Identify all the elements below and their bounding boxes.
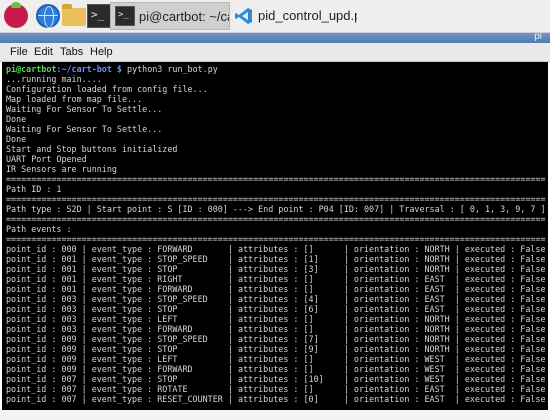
event-row: point_id : 000 | event_type : FORWARD | …	[6, 244, 546, 254]
separator-line: ========================================…	[6, 174, 546, 184]
boot-line: Map loaded from map file...	[6, 94, 143, 104]
web-browser-icon[interactable]	[36, 4, 60, 28]
boot-line: IR Sensors are running	[6, 164, 117, 174]
path-id-line: Path ID : 1	[6, 184, 62, 194]
event-row: point_id : 003 | event_type : STOP | att…	[6, 304, 546, 314]
prompt-path: :~/cart-bot $	[56, 64, 122, 74]
boot-line: ...running main....	[6, 74, 102, 84]
boot-line: Done	[6, 134, 27, 144]
terminal-launcher-icon[interactable]	[87, 4, 111, 28]
event-row: point_id : 007 | event_type : RESET_COUN…	[6, 394, 546, 404]
taskbar-terminal-window[interactable]: pi@cartbot: ~/cart-bot	[110, 2, 230, 30]
menu-edit[interactable]: Edit	[34, 43, 53, 61]
event-row: point_id : 009 | event_type : FORWARD | …	[6, 364, 546, 374]
command-prompt-line: pi@cartbot:~/cart-bot $ python3 run_bot.…	[6, 64, 218, 74]
event-row: point_id : 001 | event_type : RIGHT | at…	[6, 274, 546, 284]
taskbar-vscode-label: pid_control_upd.py - ...	[258, 8, 357, 23]
menu-help[interactable]: Help	[90, 43, 113, 61]
command-text: python3 run_bot.py	[127, 64, 218, 74]
menu-bar: File Edit Tabs Help	[0, 43, 550, 62]
separator-line: ========================================…	[6, 194, 546, 204]
event-row: point_id : 009 | event_type : STOP_SPEED…	[6, 334, 546, 344]
raspberry-menu-icon[interactable]	[4, 2, 28, 28]
file-manager-icon[interactable]	[62, 4, 86, 26]
event-row: point_id : 007 | event_type : ROTATE | a…	[6, 384, 546, 394]
menu-tabs[interactable]: Tabs	[60, 43, 83, 61]
event-row: point_id : 003 | event_type : STOP_SPEED…	[6, 294, 546, 304]
event-row: point_id : 007 | event_type : STOP | att…	[6, 374, 546, 384]
event-row: point_id : 001 | event_type : STOP_SPEED…	[6, 254, 546, 264]
menu-file[interactable]: File	[10, 43, 28, 61]
taskbar-vscode-window[interactable]: pid_control_upd.py - ...	[232, 2, 357, 30]
boot-line: UART Port Opened	[6, 154, 87, 164]
boot-line: Start and Stop buttons initialized	[6, 144, 178, 154]
boot-line: Waiting For Sensor To Settle...	[6, 104, 163, 114]
separator-line: ========================================…	[6, 234, 546, 244]
separator-line: ========================================…	[6, 214, 546, 224]
event-row: point_id : 009 | event_type : STOP | att…	[6, 344, 546, 354]
window-bottom-edge	[0, 410, 550, 420]
taskbar: pi@cartbot: ~/cart-bot pid_control_upd.p…	[0, 0, 550, 33]
event-row: point_id : 003 | event_type : FORWARD | …	[6, 324, 546, 334]
boot-line: Configuration loaded from config file...	[6, 84, 208, 94]
boot-line: Waiting For Sensor To Settle...	[6, 124, 163, 134]
event-row: point_id : 009 | event_type : LEFT | att…	[6, 354, 546, 364]
prompt-user: pi@cartbot	[6, 64, 57, 74]
boot-line: Done	[6, 114, 27, 124]
path-summary-line: Path type : S2D | Start point : S [ID : …	[6, 204, 546, 214]
taskbar-terminal-label: pi@cartbot: ~/cart-bot	[139, 9, 229, 24]
vscode-icon	[235, 8, 252, 24]
event-row: point_id : 001 | event_type : FORWARD | …	[6, 284, 546, 294]
window-titlebar[interactable]: pi	[0, 31, 550, 43]
terminal-output[interactable]: pi@cartbot:~/cart-bot $ python3 run_bot.…	[2, 62, 548, 410]
window-title: pi	[534, 31, 542, 42]
terminal-icon	[115, 6, 135, 26]
event-row: point_id : 003 | event_type : LEFT | att…	[6, 314, 546, 324]
path-events-label: Path events :	[6, 224, 72, 234]
event-row: point_id : 001 | event_type : STOP | att…	[6, 264, 546, 274]
